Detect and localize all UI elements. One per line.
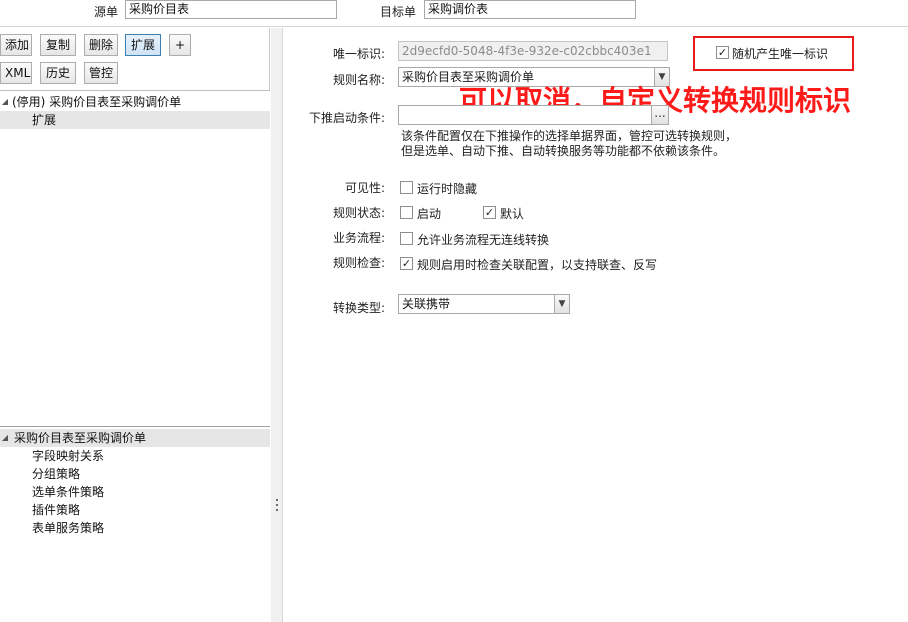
tree-item-extend[interactable]: 扩展 bbox=[0, 111, 270, 129]
copy-button[interactable]: 复制 bbox=[40, 34, 76, 56]
default-label: 默认 bbox=[500, 207, 525, 221]
uid-field: 2d9ecfd0-5048-4f3e-932e-c02cbbc403e1 bbox=[398, 41, 668, 61]
strategy-tree: ◢ 采购价目表至采购调价单 字段映射关系 分组策略 选单条件策略 插件策略 表单… bbox=[0, 426, 270, 622]
top-bar: 源单 采购价目表 目标单 采购调价表 bbox=[0, 0, 908, 27]
strategy-item-plugin[interactable]: 插件策略 bbox=[32, 501, 80, 519]
rule-tree: ◢ (停用) 采购价目表至采购调价单 扩展 bbox=[0, 90, 270, 426]
xml-button[interactable]: XML bbox=[0, 62, 32, 84]
left-panel: 添加 复制 删除 扩展 + XML 历史 管控 ◢ (停用) 采购价目表至采购调… bbox=[0, 28, 270, 622]
strategy-item-selection[interactable]: 选单条件策略 bbox=[32, 483, 104, 501]
rule-name-label: 规则名称: bbox=[332, 73, 385, 87]
visibility-label: 可见性: bbox=[344, 181, 385, 195]
triangle-down-icon[interactable]: ◢ bbox=[0, 429, 10, 447]
chevron-down-icon[interactable]: ▼ bbox=[554, 295, 569, 313]
enabled-label: 启动 bbox=[417, 207, 442, 221]
uid-label: 唯一标识: bbox=[332, 47, 385, 61]
history-button[interactable]: 历史 bbox=[40, 62, 76, 84]
rule-form: 唯一标识: 2d9ecfd0-5048-4f3e-932e-c02cbbc403… bbox=[284, 28, 908, 622]
convert-type-label: 转换类型: bbox=[332, 301, 385, 315]
target-field[interactable]: 采购调价表 bbox=[424, 0, 636, 19]
hide-runtime-label: 运行时隐藏 bbox=[417, 182, 478, 196]
rule-check-text: 规则启用时检查关联配置，以支持联查、反写 bbox=[417, 258, 658, 272]
rule-check-checkbox[interactable]: ✓ bbox=[400, 257, 413, 270]
tree-item-root[interactable]: (停用) 采购价目表至采购调价单 bbox=[12, 93, 268, 111]
rule-check-label: 规则检查: bbox=[332, 256, 385, 270]
push-condition-label: 下推启动条件: bbox=[308, 111, 385, 125]
grip-dot bbox=[276, 509, 278, 511]
source-field[interactable]: 采购价目表 bbox=[125, 0, 337, 19]
strategy-item-field-mapping[interactable]: 字段映射关系 bbox=[32, 447, 104, 465]
convert-type-select[interactable]: 关联携带 ▼ bbox=[398, 294, 570, 314]
note-line-1: 该条件配置仅在下推操作的选择单据界面，管控可选转换规则， bbox=[401, 129, 738, 143]
hide-runtime-checkbox[interactable] bbox=[400, 181, 413, 194]
control-button[interactable]: 管控 bbox=[84, 62, 118, 84]
delete-button[interactable]: 删除 bbox=[84, 34, 118, 56]
grip-dot bbox=[276, 499, 278, 501]
strategy-item-form-service[interactable]: 表单服务策略 bbox=[32, 519, 104, 537]
push-condition-field[interactable] bbox=[398, 105, 652, 125]
checkmark-icon: ✓ bbox=[484, 206, 495, 219]
grip-dot bbox=[276, 504, 278, 506]
target-label: 目标单 bbox=[380, 5, 417, 19]
add-button[interactable]: 添加 bbox=[0, 34, 32, 56]
note-line-2: 但是选单、自动下推、自动转换服务等功能都不依赖该条件。 bbox=[401, 144, 726, 158]
enabled-checkbox[interactable] bbox=[400, 206, 413, 219]
panel-splitter[interactable] bbox=[271, 28, 283, 622]
allow-offline-checkbox[interactable] bbox=[400, 232, 413, 245]
triangle-down-icon[interactable]: ◢ bbox=[0, 93, 10, 111]
rule-status-label: 规则状态: bbox=[332, 206, 385, 220]
ellipsis-button[interactable]: ... bbox=[651, 105, 669, 125]
convert-type-value: 关联携带 bbox=[402, 297, 451, 311]
checkmark-icon: ✓ bbox=[717, 46, 728, 59]
biz-flow-label: 业务流程: bbox=[332, 231, 385, 245]
strategy-item-grouping[interactable]: 分组策略 bbox=[32, 465, 80, 483]
random-uid-label: 随机产生唯一标识 bbox=[732, 47, 829, 61]
plus-button[interactable]: + bbox=[169, 34, 191, 56]
random-uid-checkbox[interactable]: ✓ bbox=[716, 46, 729, 59]
source-label: 源单 bbox=[94, 5, 119, 19]
strategy-root[interactable]: 采购价目表至采购调价单 bbox=[14, 429, 146, 447]
extend-button[interactable]: 扩展 bbox=[125, 34, 161, 56]
checkmark-icon: ✓ bbox=[401, 257, 412, 270]
default-checkbox[interactable]: ✓ bbox=[483, 206, 496, 219]
allow-offline-label: 允许业务流程无连线转换 bbox=[417, 233, 550, 247]
